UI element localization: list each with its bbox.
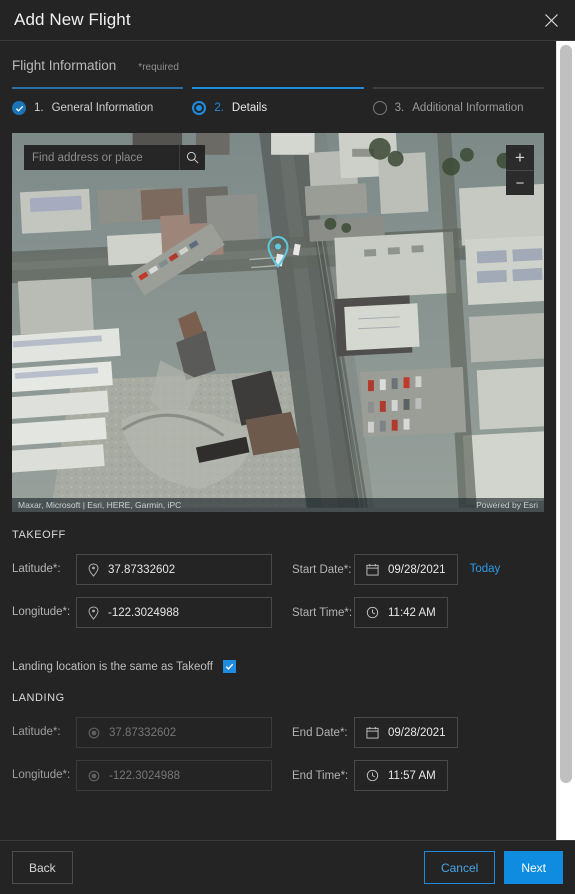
location-disabled-icon xyxy=(88,770,100,782)
takeoff-longitude-value: -122.3024988 xyxy=(108,606,179,619)
dialog-header: Add New Flight xyxy=(0,0,575,41)
step-label: Details xyxy=(231,102,268,114)
step-number: 1. xyxy=(34,102,44,114)
add-new-flight-dialog: Add New Flight Flight Information *requi… xyxy=(0,0,575,894)
end-date-value: 09/28/2021 xyxy=(388,726,446,739)
scrollbar-thumb[interactable] xyxy=(560,45,572,783)
clock-icon xyxy=(366,769,379,782)
location-disabled-icon xyxy=(88,727,100,739)
takeoff-latitude-label: Latitude*: xyxy=(12,563,61,575)
zoom-in-button[interactable]: + xyxy=(506,145,534,170)
same-location-checkbox[interactable] xyxy=(222,660,236,673)
start-time-label: Start Time*: xyxy=(292,607,353,619)
satellite-map-imagery xyxy=(12,133,544,508)
landing-latitude-label: Latitude*: xyxy=(12,726,61,738)
next-button[interactable]: Next xyxy=(504,851,563,884)
end-time-label: End Time*: xyxy=(292,770,349,782)
start-date-field: Start Date*: 09/28/2021 Today xyxy=(272,554,544,585)
search-icon[interactable] xyxy=(179,145,205,170)
dialog-footer: Back Cancel Next xyxy=(0,840,575,894)
start-time-field: Start Time*: 11:42 AM xyxy=(272,597,544,628)
landing-longitude-value: -122.3024988 xyxy=(109,769,180,782)
map-container[interactable]: + − Maxar, Microsoft | Esri, HERE, Garmi… xyxy=(12,133,544,512)
powered-by-esri-text: Powered by Esri xyxy=(476,500,538,510)
calendar-icon xyxy=(366,726,379,739)
start-date-label: Start Date*: xyxy=(292,564,352,576)
radio-selected-icon xyxy=(192,101,207,115)
start-time-input[interactable]: 11:42 AM xyxy=(354,597,448,628)
zoom-out-button[interactable]: − xyxy=(506,170,534,195)
map-attribution-text: Maxar, Microsoft | Esri, HERE, Garmin, i… xyxy=(18,500,182,510)
takeoff-latitude-value: 37.87332602 xyxy=(108,563,176,576)
wizard-stepper: 1. General Information 2. Details 3. Add… xyxy=(0,73,556,115)
check-circle-icon xyxy=(12,101,26,115)
takeoff-latitude-input[interactable]: 37.87332602 xyxy=(76,554,272,585)
start-date-value: 09/28/2021 xyxy=(388,563,446,576)
required-note: *required xyxy=(138,62,179,73)
section-heading-row: Flight Information *required xyxy=(0,41,556,73)
landing-latitude-input: 37.87332602 xyxy=(76,717,272,748)
step-general-information[interactable]: 1. General Information xyxy=(12,87,184,115)
end-time-value: 11:57 AM xyxy=(388,769,436,782)
same-location-row[interactable]: Landing location is the same as Takeoff xyxy=(0,640,556,673)
footer-actions: Cancel Next xyxy=(423,851,563,884)
landing-latitude-value: 37.87332602 xyxy=(109,726,177,739)
calendar-icon xyxy=(366,563,379,576)
step-details[interactable]: 2. Details xyxy=(192,87,364,115)
end-date-label: End Date*: xyxy=(292,727,348,739)
start-date-input[interactable]: 09/28/2021 xyxy=(354,554,458,585)
location-marker-icon xyxy=(88,605,99,620)
end-date-input[interactable]: 09/28/2021 xyxy=(354,717,458,748)
takeoff-longitude-input[interactable]: -122.3024988 xyxy=(76,597,272,628)
cancel-button[interactable]: Cancel xyxy=(423,851,496,884)
vertical-scrollbar[interactable] xyxy=(556,41,575,840)
map-pin-icon[interactable] xyxy=(266,236,290,273)
landing-group-title: LANDING xyxy=(12,692,65,704)
landing-longitude-input: -122.3024988 xyxy=(76,760,272,791)
dialog-title: Add New Flight xyxy=(14,10,131,29)
today-link[interactable]: Today xyxy=(470,554,501,585)
end-time-field: End Time*: 11:57 AM xyxy=(272,760,544,791)
takeoff-section: TAKEOFF Latitude*: 37.87332602 Start Dat… xyxy=(0,512,556,640)
checkmark-icon xyxy=(225,663,234,670)
map-attribution-bar: Maxar, Microsoft | Esri, HERE, Garmin, i… xyxy=(12,498,544,512)
start-time-value: 11:42 AM xyxy=(388,606,436,619)
step-number: 3. xyxy=(394,102,405,114)
landing-longitude-label: Longitude*: xyxy=(12,769,71,781)
landing-section: LANDING Latitude*: 37.87332602 End Date*… xyxy=(0,673,556,803)
step-additional-information[interactable]: 3. Additional Information xyxy=(372,87,544,115)
step-number: 2. xyxy=(214,102,224,114)
back-button[interactable]: Back xyxy=(12,851,73,884)
map-search-box[interactable] xyxy=(24,145,205,170)
map-zoom-controls[interactable]: + − xyxy=(506,145,534,195)
same-location-label: Landing location is the same as Takeoff xyxy=(12,660,213,673)
end-time-input[interactable]: 11:57 AM xyxy=(354,760,448,791)
dialog-body: Flight Information *required 1. General … xyxy=(0,41,575,840)
takeoff-longitude-label: Longitude*: xyxy=(12,606,71,618)
close-icon[interactable] xyxy=(537,6,565,34)
search-input[interactable] xyxy=(24,145,179,170)
radio-empty-icon xyxy=(372,101,387,115)
clock-icon xyxy=(366,606,379,619)
end-date-field: End Date*: 09/28/2021 xyxy=(272,717,544,748)
step-label: Additional Information xyxy=(412,102,524,114)
flight-information-heading: Flight Information xyxy=(12,58,117,73)
step-label: General Information xyxy=(51,102,154,114)
takeoff-group-title: TAKEOFF xyxy=(12,529,66,541)
location-marker-icon xyxy=(88,562,99,577)
